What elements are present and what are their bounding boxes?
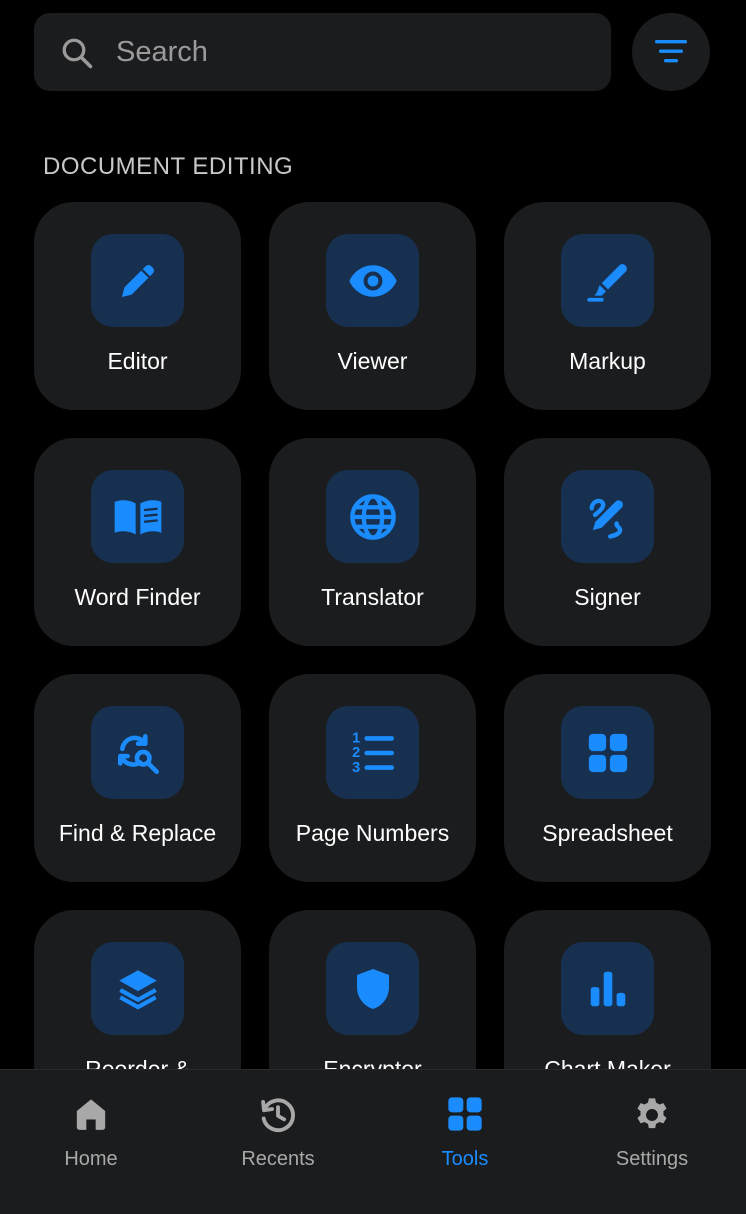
nav-home[interactable]: Home [16, 1070, 166, 1190]
tool-tile [561, 942, 654, 1035]
tool-label: Page Numbers [295, 820, 450, 846]
nav-recents[interactable]: Recents [203, 1070, 353, 1190]
bar-chart-icon [590, 971, 625, 1006]
tool-card-word-finder[interactable]: Word Finder [34, 438, 241, 646]
tool-label: Spreadsheet [542, 820, 673, 846]
tool-tile [91, 234, 184, 327]
tool-label: Markup [569, 348, 646, 374]
highlighter-icon [586, 263, 627, 302]
eye-icon [348, 264, 397, 297]
nav-tools[interactable]: Tools [390, 1070, 540, 1190]
tool-card-signer[interactable]: Signer [504, 438, 711, 646]
find-replace-icon [117, 733, 159, 774]
tool-card-page-numbers[interactable]: 123 Page Numbers [269, 674, 476, 882]
tool-tile [326, 942, 419, 1035]
tool-label: Editor [107, 348, 168, 374]
search-bar[interactable] [34, 13, 611, 91]
sort-icon [655, 40, 687, 63]
tools-grid: Editor Viewer Markup Word Finder Transla… [34, 202, 711, 1118]
globe-icon [349, 493, 396, 540]
tool-tile [91, 470, 184, 563]
history-icon [261, 1098, 295, 1133]
nav-label: Home [64, 1148, 118, 1170]
tool-tile [326, 470, 419, 563]
tool-card-find-replace[interactable]: Find & Replace [34, 674, 241, 882]
tool-card-markup[interactable]: Markup [504, 202, 711, 410]
tool-tile [561, 470, 654, 563]
signature-icon [589, 498, 623, 539]
tool-tile [91, 706, 184, 799]
numbered-list-icon: 123 [352, 730, 394, 775]
tool-label: Signer [574, 584, 641, 610]
search-icon [62, 38, 93, 69]
tool-tile [561, 234, 654, 327]
filter-button[interactable] [632, 13, 710, 91]
tool-label: Word Finder [74, 584, 201, 610]
search-input[interactable] [116, 13, 586, 91]
tool-label: Find & Replace [58, 820, 217, 846]
gear-icon [637, 1098, 667, 1129]
tool-card-editor[interactable]: Editor [34, 202, 241, 410]
grid-icon [588, 733, 627, 772]
tool-tile [561, 706, 654, 799]
bottom-nav: Home Recents Tools Settings [0, 1069, 746, 1214]
shield-icon [356, 968, 389, 1009]
tool-card-viewer[interactable]: Viewer [269, 202, 476, 410]
tool-label: Viewer [337, 348, 408, 374]
grid-icon [448, 1097, 482, 1131]
nav-label: Recents [241, 1148, 315, 1170]
home-icon [76, 1099, 106, 1130]
nav-settings[interactable]: Settings [577, 1070, 727, 1190]
tool-card-spreadsheet[interactable]: Spreadsheet [504, 674, 711, 882]
section-title: DOCUMENT EDITING [43, 153, 294, 180]
nav-label: Settings [615, 1148, 689, 1170]
tool-card-translator[interactable]: Translator [269, 438, 476, 646]
tool-tile: 123 [326, 706, 419, 799]
nav-label: Tools [441, 1148, 489, 1170]
layers-icon [118, 969, 157, 1009]
tool-tile [91, 942, 184, 1035]
tool-tile [326, 234, 419, 327]
svg-text:3: 3 [352, 759, 360, 775]
book-icon [114, 499, 161, 534]
pencil-icon [121, 264, 154, 297]
tool-label: Translator [321, 584, 424, 610]
